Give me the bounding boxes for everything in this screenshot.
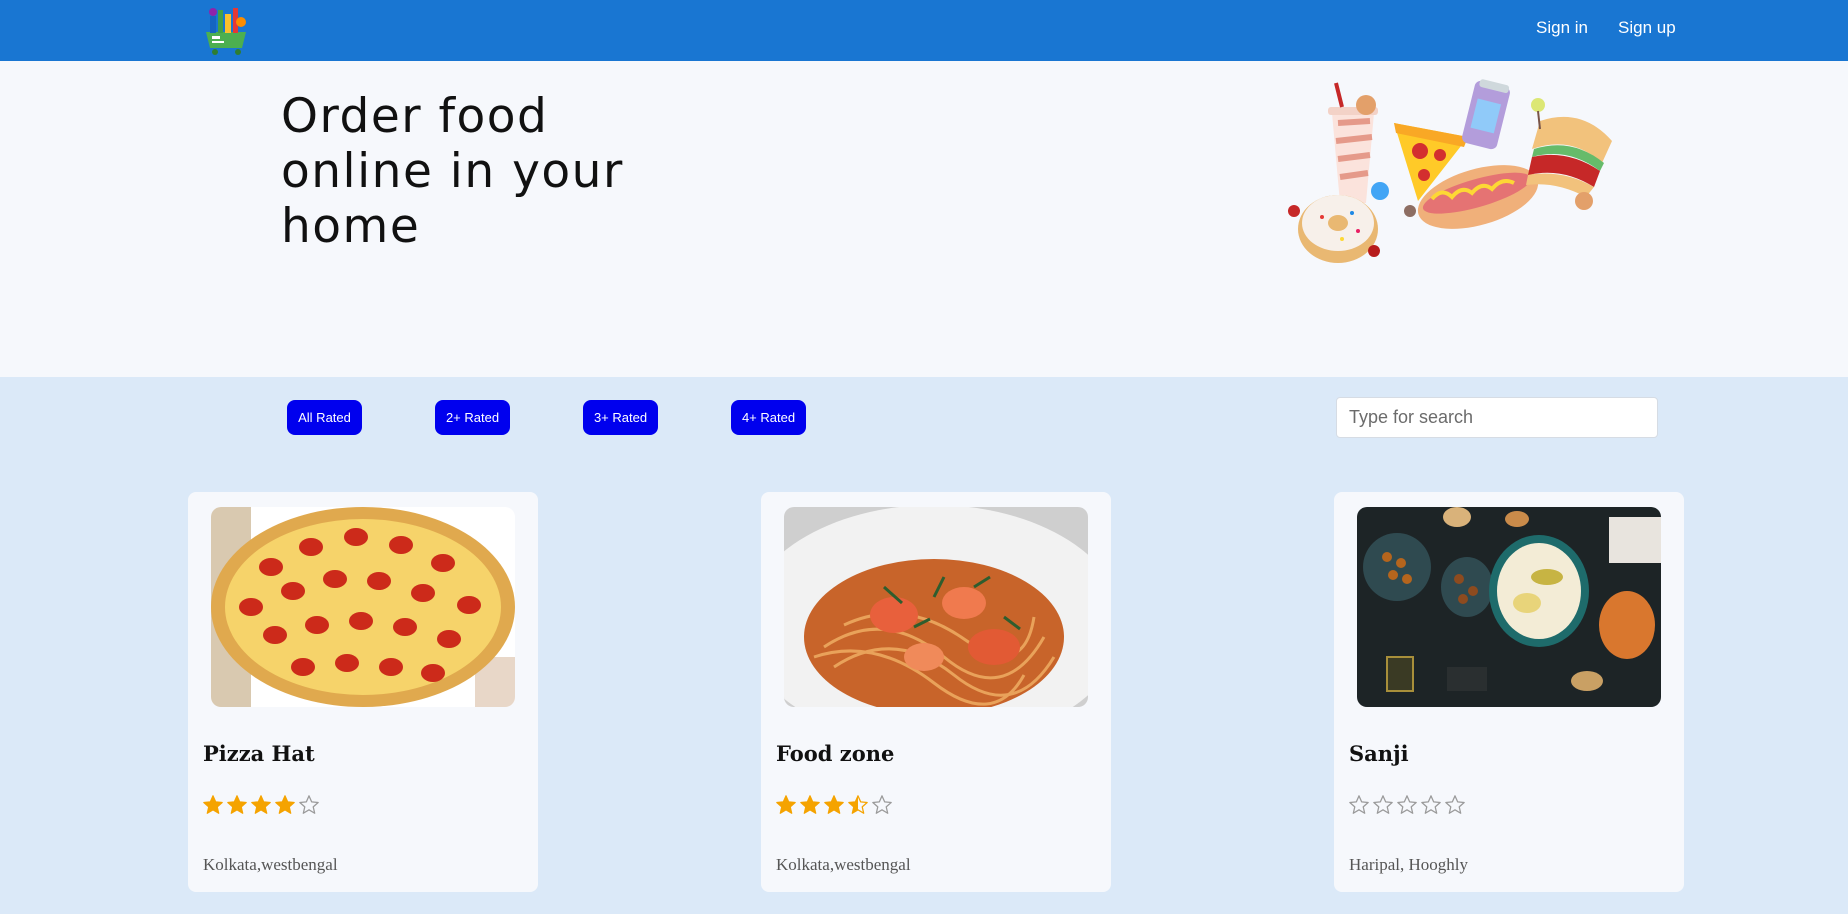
restaurant-name: Food zone: [776, 741, 895, 766]
restaurant-card[interactable]: Pizza Hat Kolkata,westbengal: [188, 492, 538, 892]
top-navbar: Sign in Sign up: [0, 0, 1848, 61]
star-empty-icon: [299, 795, 319, 814]
star-filled-icon: [776, 795, 796, 814]
rating-stars: [775, 794, 893, 820]
grocery-cart-logo-icon[interactable]: [200, 2, 252, 56]
restaurant-listing-section: All Rated 2+ Rated 3+ Rated 4+ Rated Typ…: [0, 377, 1848, 914]
restaurant-location: Kolkata,westbengal: [203, 855, 338, 874]
signin-link[interactable]: Sign in: [1536, 18, 1588, 38]
star-filled-icon: [227, 795, 247, 814]
restaurant-card[interactable]: Sanji Haripal, Hooghly: [1334, 492, 1684, 892]
star-empty-icon: [1421, 795, 1441, 814]
restaurant-location: Haripal, Hooghly: [1349, 855, 1468, 874]
table-spread-image: [1357, 507, 1661, 707]
star-filled-icon: [275, 795, 295, 814]
star-empty-icon: [1349, 795, 1369, 814]
star-empty-icon: [1373, 795, 1393, 814]
search-input[interactable]: [1336, 397, 1658, 438]
star-empty-icon: [1445, 795, 1465, 814]
rating-stars: [1348, 794, 1466, 820]
star-empty-icon: [1397, 795, 1417, 814]
hero-section: Order food online in your home: [0, 61, 1848, 377]
star-filled-icon: [251, 795, 271, 814]
star-empty-icon: [872, 795, 892, 814]
rating-stars: [202, 794, 320, 820]
star-filled-icon: [824, 795, 844, 814]
filter-3-plus-rated-button[interactable]: 3+ Rated: [583, 400, 658, 435]
signup-link[interactable]: Sign up: [1618, 18, 1676, 38]
pepperoni-pizza-image: [211, 507, 515, 707]
filter-all-rated-button[interactable]: All Rated: [287, 400, 362, 435]
filter-2-plus-rated-button[interactable]: 2+ Rated: [435, 400, 510, 435]
star-half-icon: [848, 795, 868, 814]
restaurant-name: Pizza Hat: [203, 741, 315, 766]
fast-food-illustration-icon: [1282, 71, 1622, 281]
seafood-pasta-image: [784, 507, 1088, 707]
restaurant-location: Kolkata,westbengal: [776, 855, 911, 874]
star-filled-icon: [203, 795, 223, 814]
star-filled-icon: [800, 795, 820, 814]
hero-title: Order food online in your home: [281, 89, 624, 254]
filter-4-plus-rated-button[interactable]: 4+ Rated: [731, 400, 806, 435]
restaurant-name: Sanji: [1349, 741, 1409, 766]
restaurant-card[interactable]: Food zone Kolkata,westbengal: [761, 492, 1111, 892]
